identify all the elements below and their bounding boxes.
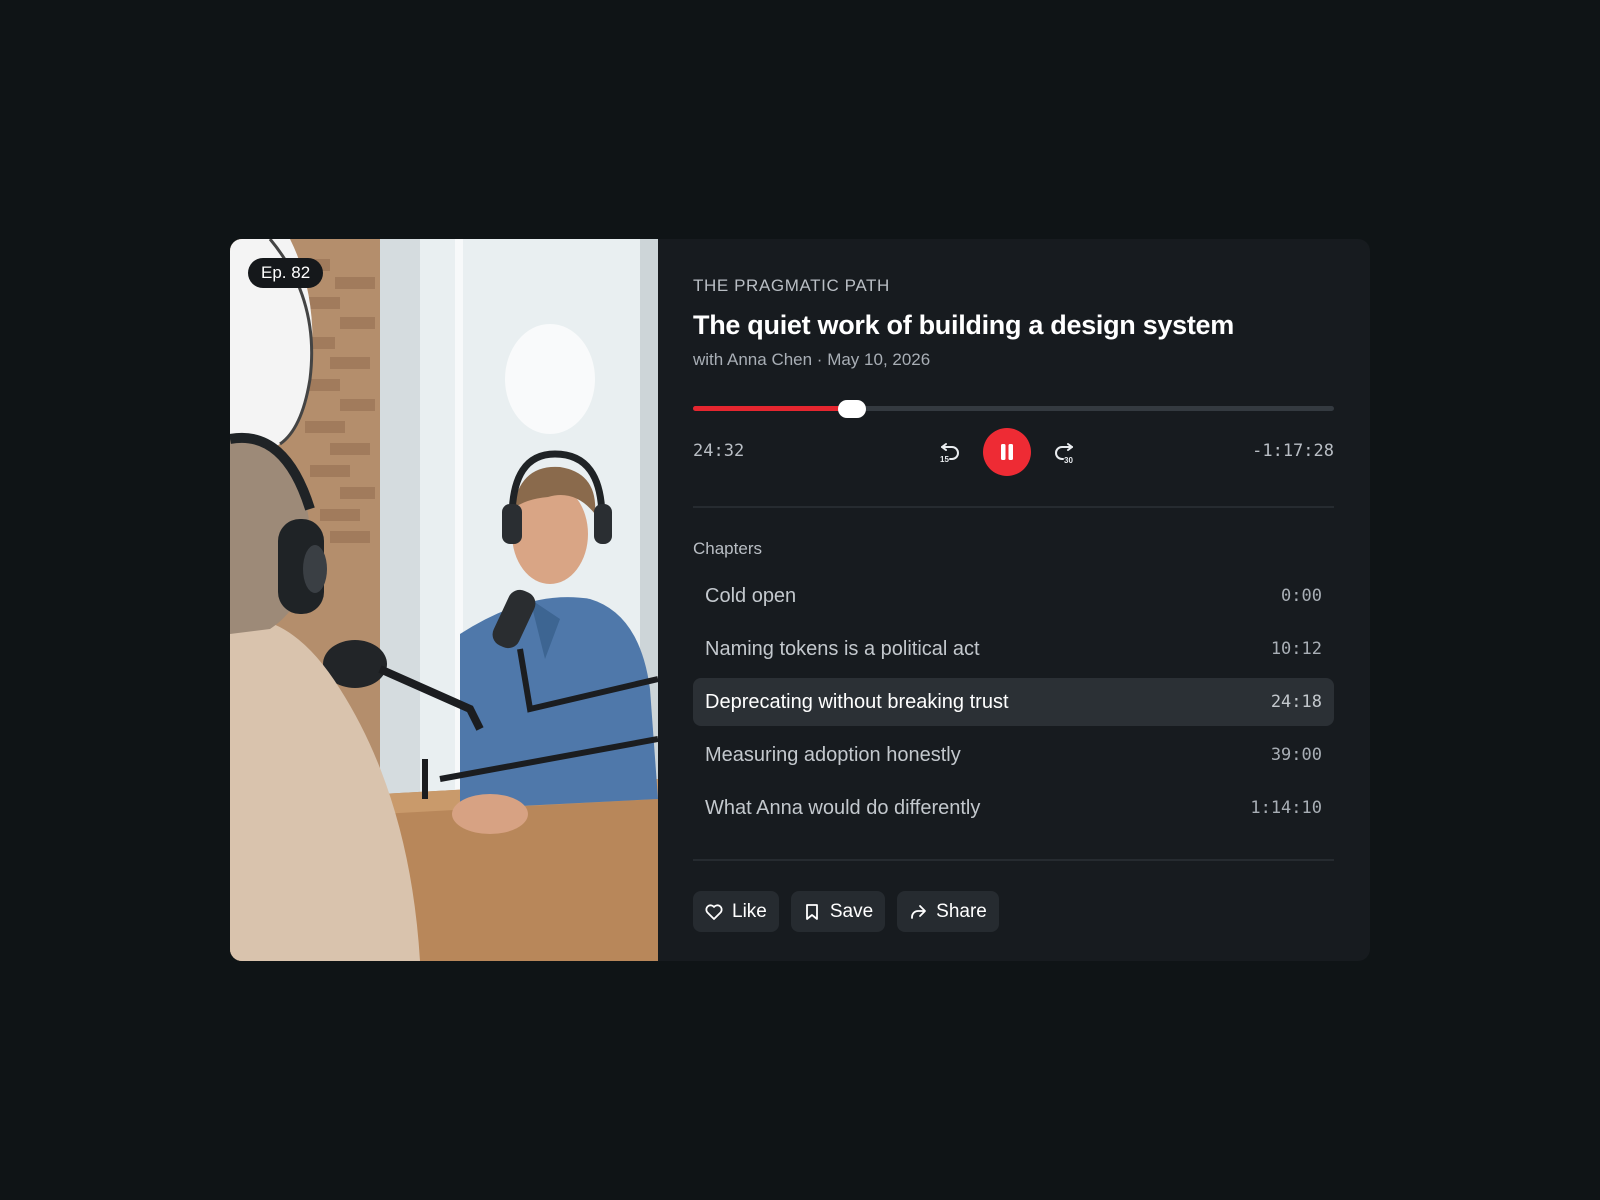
divider — [693, 506, 1334, 508]
chapter-item[interactable]: What Anna would do differently 1:14:10 — [693, 784, 1334, 832]
remaining-time: -1:17:28 — [1252, 441, 1334, 461]
bookmark-icon — [805, 903, 818, 920]
chapter-timestamp: 0:00 — [1281, 586, 1322, 606]
episode-artwork: Ep. 82 — [230, 239, 658, 961]
progress-fill — [693, 406, 852, 411]
chapter-title: Naming tokens is a political act — [705, 637, 980, 660]
skip-forward-30-icon: 30 — [1055, 443, 1073, 465]
elapsed-time: 24:32 — [693, 441, 745, 461]
episode-meta: with Anna Chen · May 10, 2026 — [693, 350, 931, 369]
chapter-title: What Anna would do differently — [705, 796, 981, 819]
chapter-timestamp: 1:14:10 — [1250, 798, 1322, 818]
episode-number-badge: Ep. 82 — [248, 258, 324, 288]
pause-button[interactable] — [983, 428, 1031, 476]
chapter-timestamp: 39:00 — [1270, 745, 1322, 765]
playback-buttons: 15 30 — [933, 427, 1081, 477]
share-button[interactable]: Share — [897, 891, 999, 932]
podcast-player-card: Ep. 82 THE PRAGMATIC PATH The quiet work… — [230, 239, 1370, 961]
chapter-timestamp: 10:12 — [1270, 639, 1322, 659]
episode-title: The quiet work of building a design syst… — [693, 310, 1234, 340]
svg-text:15: 15 — [940, 455, 949, 464]
artwork-photo — [230, 239, 658, 961]
share-label: Share — [936, 900, 987, 922]
skip-forward-button[interactable]: 30 — [1047, 435, 1081, 469]
chapter-item-current[interactable]: Deprecating without breaking trust 24:18 — [693, 678, 1334, 726]
chapter-title: Cold open — [705, 584, 797, 607]
chapter-item[interactable]: Cold open 0:00 — [693, 572, 1334, 620]
skip-back-button[interactable]: 15 — [933, 435, 967, 469]
transport-controls: 24:32 15 30 -1:17:28 — [693, 427, 1334, 477]
chapter-title: Deprecating without breaking trust — [705, 690, 1009, 713]
heart-icon — [705, 903, 723, 920]
progress-scrubber-handle[interactable] — [838, 400, 866, 418]
chapter-list: Cold open 0:00 Naming tokens is a politi… — [693, 572, 1334, 832]
chapter-title: Measuring adoption honestly — [705, 743, 961, 766]
progress-bar[interactable] — [693, 399, 1334, 419]
chapters-heading: Chapters — [693, 539, 762, 558]
save-label: Save — [829, 900, 874, 922]
like-label: Like — [732, 900, 767, 922]
skip-back-15-icon: 15 — [940, 443, 959, 464]
pause-icon — [1001, 444, 1013, 460]
like-button[interactable]: Like — [693, 891, 779, 932]
save-button[interactable]: Save — [790, 891, 886, 932]
divider — [693, 859, 1334, 861]
chapter-item[interactable]: Naming tokens is a political act 10:12 — [693, 625, 1334, 673]
episode-actions: Like Save Share — [693, 891, 1335, 932]
share-icon — [911, 904, 927, 919]
chapter-item[interactable]: Measuring adoption honestly 39:00 — [693, 731, 1334, 779]
show-name: THE PRAGMATIC PATH — [693, 276, 890, 295]
chapter-timestamp: 24:18 — [1270, 692, 1322, 712]
episode-panel: THE PRAGMATIC PATH The quiet work of bui… — [658, 239, 1370, 961]
svg-text:30: 30 — [1064, 456, 1073, 465]
